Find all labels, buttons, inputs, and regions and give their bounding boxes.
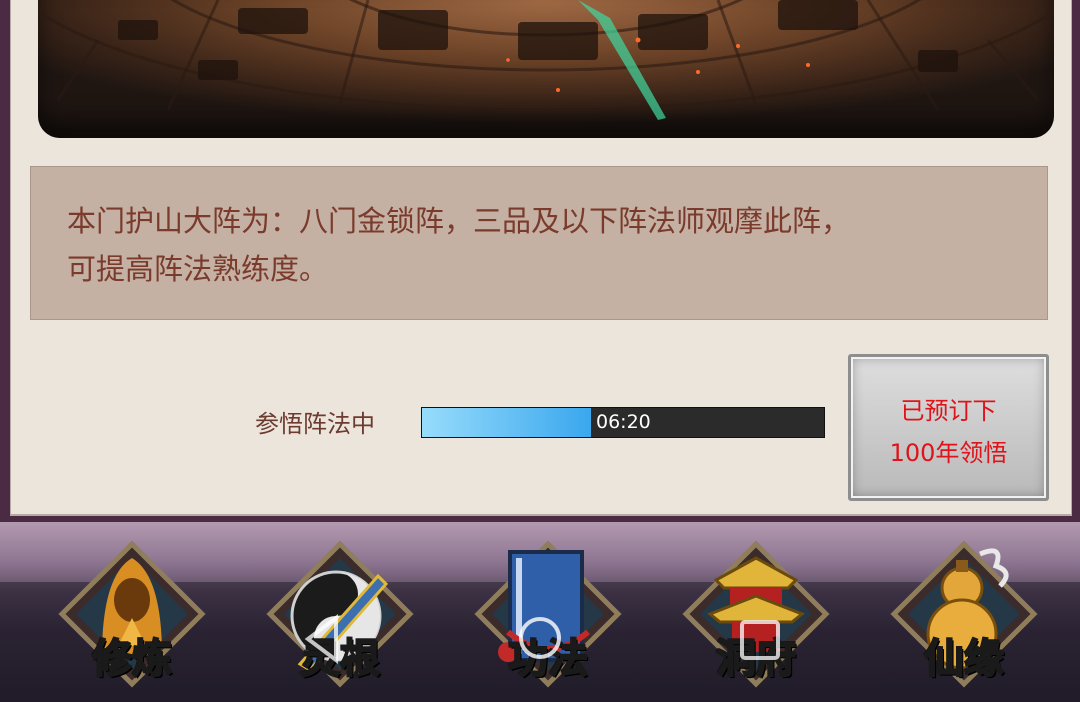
nav-item-cave-abode[interactable]: 洞府 (676, 536, 836, 696)
comprehension-progress-bar: 06:20 (421, 407, 825, 438)
description-line-2: 可提高阵法熟练度。 (67, 252, 329, 286)
nav-label-immortal-fate: 仙缘 (923, 635, 1005, 683)
formation-description-text: 本门护山大阵为：八门金锁阵，三品及以下阵法师观摩此阵， 可提高阵法熟练度。 (67, 197, 1027, 293)
system-back-icon[interactable] (302, 614, 342, 664)
description-line-1: 本门护山大阵为：八门金锁阵，三品及以下阵法师观摩此阵， (67, 204, 851, 238)
progress-bar-fill (422, 408, 591, 437)
reserve-button-line-2: 100年领悟 (889, 439, 1008, 467)
comprehension-progress-label: 参悟阵法中 (255, 410, 375, 438)
progress-time-remaining: 06:20 (596, 411, 651, 433)
reserve-comprehension-button[interactable]: 已预订下 100年领悟 (848, 354, 1049, 501)
system-recents-icon[interactable] (738, 618, 782, 662)
formation-description-box: 本门护山大阵为：八门金锁阵，三品及以下阵法师观摩此阵， 可提高阵法熟练度。 (30, 166, 1048, 320)
system-home-icon[interactable] (516, 614, 564, 662)
nav-item-immortal-fate[interactable]: 仙缘 (884, 536, 1044, 696)
nav-item-cultivate[interactable]: 修炼 (52, 536, 212, 696)
nav-label-cultivate: 修炼 (91, 635, 173, 683)
formation-banner-image (38, 0, 1054, 138)
reserve-button-line-1: 已预订下 (900, 397, 997, 425)
